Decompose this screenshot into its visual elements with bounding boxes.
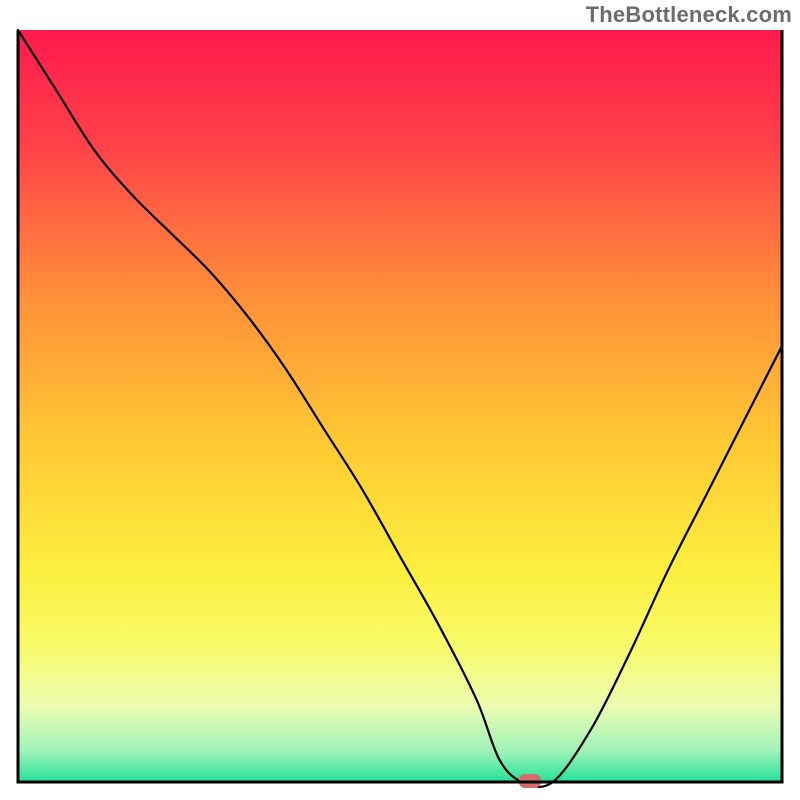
chart-svg — [0, 0, 800, 800]
plot-background — [18, 30, 782, 782]
bottleneck-chart: TheBottleneck.com — [0, 0, 800, 800]
watermark-text: TheBottleneck.com — [586, 2, 792, 28]
